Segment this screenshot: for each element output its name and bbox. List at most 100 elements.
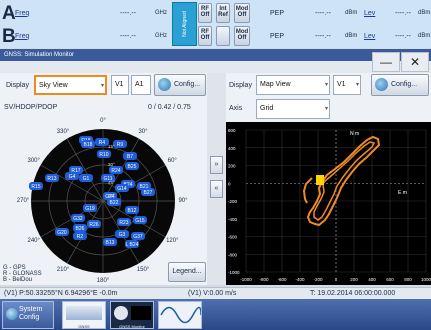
path-a-lev-value[interactable]: ----.--	[395, 10, 411, 17]
minimize-button[interactable]: —	[372, 52, 400, 72]
thumb-monitor-sky	[114, 306, 128, 320]
left-display-label: Display	[6, 82, 29, 89]
satellite-marker: R2	[73, 232, 87, 240]
path-a-rf-button[interactable]: RF Off	[198, 3, 212, 23]
path-b-pep-value: ----.--	[315, 32, 331, 40]
satellite-marker: G32	[71, 214, 85, 222]
map-y-tick: -800	[228, 252, 238, 257]
left-antenna-select[interactable]: A1	[131, 75, 151, 95]
map-x-tick: -1000	[240, 277, 252, 282]
close-button[interactable]: ✕	[401, 52, 429, 72]
sky-ring-label: 30°	[108, 162, 115, 167]
path-b-freq-value[interactable]: ----.--	[120, 33, 136, 40]
system-config-button[interactable]: System Config	[2, 301, 54, 329]
satellite-label: G20	[57, 230, 67, 236]
satellite-label: B13	[106, 240, 115, 246]
sky-angle-label: 120°	[166, 238, 179, 244]
right-vehicle-select[interactable]: V1 ▾	[333, 75, 361, 95]
satellite-marker: L B24	[125, 240, 139, 248]
expand-left-button[interactable]: «	[210, 180, 223, 198]
map-y-tick: 200	[228, 164, 236, 169]
satellite-marker: R26	[87, 220, 101, 228]
sky-angle-label: 60°	[167, 158, 177, 164]
map-y-tick: -400	[228, 217, 238, 222]
panel-splitter	[207, 73, 226, 285]
path-a-freq-unit: GHz	[155, 10, 167, 16]
satellite-label: L B24	[126, 242, 139, 248]
chevron-down-icon: ▾	[355, 82, 359, 88]
satellite-marker: B22	[107, 198, 121, 206]
satellite-marker: R24	[109, 166, 123, 174]
path-b-lev-label[interactable]: Lev	[364, 33, 375, 40]
satellite-marker: R4	[95, 138, 109, 146]
path-b-lev-value[interactable]: ----.--	[395, 33, 411, 40]
axis-select[interactable]: Grid ▾	[256, 99, 330, 119]
system-config-label: System Config	[19, 306, 43, 321]
satellite-label: R23	[119, 220, 128, 226]
sky-ring-label: 45°	[108, 180, 115, 185]
sky-angle-label: 150°	[136, 267, 150, 274]
alignment-indicator: Not Aligned	[172, 2, 197, 46]
expand-right-button[interactable]: »	[210, 156, 223, 174]
right-config-label: Config...	[391, 81, 418, 88]
map-y-tick: -600	[228, 235, 238, 240]
right-config-button[interactable]: Config...	[371, 74, 429, 96]
legend-button[interactable]: Legend...	[168, 262, 206, 282]
satellite-marker: R13	[45, 174, 59, 182]
constellation-legend: G - GPS R - GLONASS B - BeiDou	[3, 265, 42, 283]
window-title: GNSS: Simulation Monitor	[0, 49, 431, 61]
config-icon	[158, 77, 171, 91]
satellite-marker: B27	[141, 188, 155, 196]
vehicle-marker	[316, 175, 324, 185]
gear-icon	[6, 308, 18, 320]
sv-hdop-pdop-label: SV/HDOP/PDOP	[4, 104, 58, 111]
satellite-label: B27	[144, 190, 153, 196]
satellite-label: B12	[128, 208, 137, 214]
left-config-button[interactable]: Config...	[154, 74, 206, 96]
alignment-indicator-label: Not Aligned	[182, 11, 188, 37]
map-x-tick: 800	[404, 277, 412, 282]
sky-angle-label: 30°	[138, 128, 148, 135]
velocity-readout: (V1) V:0.00 m/s	[188, 290, 237, 297]
path-b-blank-button[interactable]	[216, 26, 230, 46]
taskbar-thumb-gnss-monitor[interactable]: GNSS Monitor	[110, 301, 154, 329]
path-a-freq-value[interactable]: ----.--	[120, 10, 136, 17]
map-north-label: N m	[350, 131, 359, 137]
path-b-rf-button[interactable]: RF Off	[198, 26, 212, 46]
map-x-tick: 1000	[421, 277, 431, 282]
axis-value: Grid	[260, 105, 274, 112]
left-antenna-value: A1	[135, 81, 144, 88]
thumb-gnss-label: GNSS	[78, 324, 90, 329]
right-display-select[interactable]: Map View ▾	[256, 75, 330, 95]
path-a-lev-label[interactable]: Lev	[364, 10, 375, 17]
satellite-label: G4	[69, 174, 76, 180]
satellite-label: G3	[119, 232, 126, 238]
satellite-label: B7	[127, 154, 133, 160]
satellite-marker: G3	[115, 230, 129, 238]
sky-ring-label: 60°	[108, 193, 115, 198]
left-display-value: Sky View	[39, 82, 68, 89]
left-vehicle-select[interactable]: V1	[111, 75, 129, 95]
satellite-label: B18	[84, 142, 93, 148]
satellite-marker: B26	[73, 224, 87, 232]
left-display-select[interactable]: Sky View ▾	[34, 75, 107, 95]
taskbar-thumb-signal[interactable]	[158, 301, 202, 329]
path-b-freq-label[interactable]: Freq	[15, 33, 115, 40]
path-a-mod-button[interactable]: Mod Off	[234, 3, 250, 23]
map-x-tick: -400	[295, 277, 305, 282]
taskbar-thumb-gnss[interactable]: GNSS	[62, 301, 106, 329]
satellite-marker: G4	[65, 172, 79, 180]
path-a-freq-label[interactable]: Freq	[15, 10, 115, 17]
path-a-int-ref-button[interactable]: Int Ref	[216, 3, 230, 23]
satellite-marker: G19	[83, 204, 97, 212]
sky-angle-label: 330°	[56, 128, 70, 135]
map-x-tick: 200	[350, 277, 358, 282]
satellite-label: B25	[128, 164, 137, 170]
path-b-mod-button[interactable]: Mod Off	[234, 26, 250, 46]
sky-angle-label: 90°	[178, 198, 188, 204]
satellite-label: B22	[110, 200, 119, 206]
satellite-label: G19	[85, 206, 95, 212]
map-x-tick: 400	[368, 277, 376, 282]
satellite-label: G37	[133, 234, 143, 240]
thumb-gnss-preview	[66, 306, 102, 320]
